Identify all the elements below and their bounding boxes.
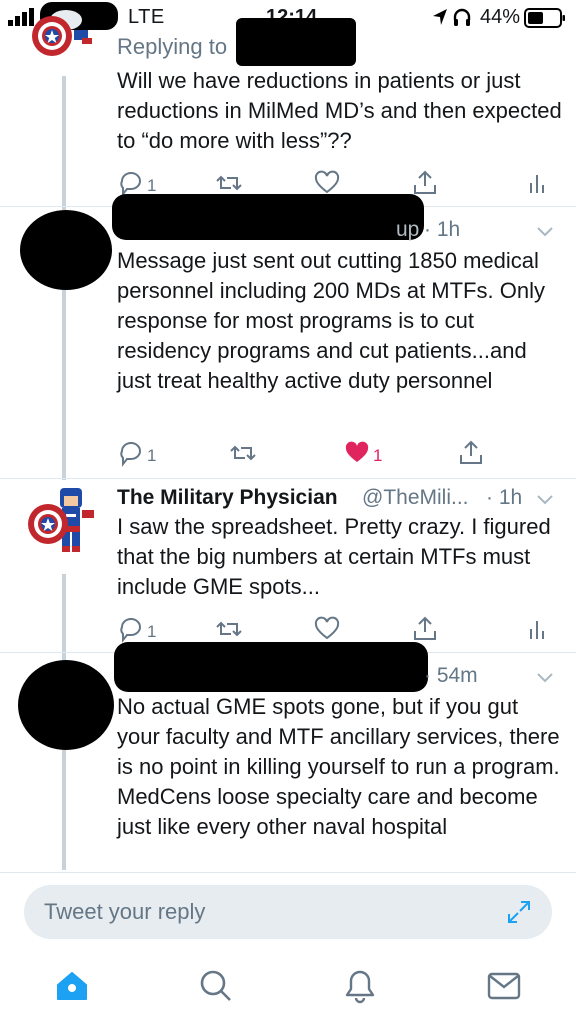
tweet-time: · 1h — [424, 218, 461, 241]
avatar-redacted[interactable] — [18, 660, 114, 750]
like-button[interactable]: 1 — [343, 438, 382, 468]
like-icon — [314, 170, 340, 194]
analytics-icon — [530, 621, 544, 639]
reply-count: 1 — [147, 446, 157, 465]
search-icon — [200, 970, 231, 1001]
share-button[interactable] — [457, 438, 485, 468]
redacted-username — [236, 18, 356, 66]
share-icon — [414, 170, 436, 194]
share-icon — [414, 616, 436, 640]
thread-line — [62, 740, 66, 870]
reply-icon — [120, 442, 142, 467]
retweet-button[interactable] — [229, 438, 257, 468]
reply-button[interactable]: 1 — [117, 614, 156, 644]
redacted-handle-fragment: up — [396, 218, 420, 241]
chevron-down-icon[interactable] — [536, 672, 554, 684]
tab-bar — [0, 952, 576, 1024]
home-icon — [57, 972, 87, 1000]
tweet-time: · 54m — [424, 664, 478, 687]
tweet-actions: 1 — [117, 614, 557, 644]
thread-line — [62, 76, 66, 214]
reply-button[interactable]: 1 — [117, 438, 156, 468]
tweet-text: Will we have reductions in patients or j… — [117, 68, 562, 153]
tab-messages[interactable] — [484, 966, 524, 1006]
battery-icon — [524, 8, 565, 28]
share-icon — [460, 440, 482, 464]
tweet-actions: 1 1 — [117, 438, 557, 468]
like-icon-filled — [345, 441, 369, 462]
tab-notifications[interactable] — [340, 966, 380, 1006]
retweet-button[interactable] — [215, 614, 243, 644]
redacted-author-name — [114, 642, 428, 692]
share-button[interactable] — [411, 614, 439, 644]
retweet-icon — [230, 445, 256, 461]
chevron-down-icon[interactable] — [536, 494, 554, 506]
share-button[interactable] — [411, 168, 439, 198]
location-icon — [433, 9, 447, 25]
tweet-text: I saw the spreadsheet. Pretty crazy. I f… — [117, 514, 551, 599]
analytics-icon — [530, 175, 544, 193]
reply-count: 1 — [147, 176, 157, 195]
messages-icon — [487, 972, 521, 1000]
avatar-redacted[interactable] — [20, 210, 112, 290]
tweet-text: Message just sent out cutting 1850 medic… — [117, 248, 545, 393]
like-button[interactable] — [313, 614, 341, 644]
reply-box[interactable] — [24, 885, 552, 939]
notifications-icon — [345, 970, 375, 1004]
like-count: 1 — [373, 446, 383, 465]
replying-to-label: Replying to — [117, 34, 228, 59]
like-icon — [314, 616, 340, 640]
tweet-text: No actual GME spots gone, but if you gut… — [117, 694, 560, 839]
author-handle[interactable]: @TheMili... — [362, 486, 469, 510]
reply-icon — [120, 618, 142, 643]
tweet-time: · 1h — [486, 486, 523, 509]
headphones-icon — [453, 8, 471, 26]
retweet-icon — [216, 175, 242, 191]
reply-icon — [120, 172, 142, 197]
analytics-button[interactable] — [523, 614, 551, 644]
chevron-down-icon[interactable] — [536, 226, 554, 238]
reply-count: 1 — [147, 622, 157, 641]
tab-home[interactable] — [52, 966, 92, 1006]
redacted-author-name — [112, 194, 424, 240]
thread-line — [62, 290, 66, 480]
network-type: LTE — [128, 6, 165, 28]
analytics-button[interactable] — [523, 168, 551, 198]
reply-composer — [0, 872, 576, 952]
author-name[interactable]: The Military Physician — [117, 486, 338, 510]
retweet-icon — [216, 621, 242, 637]
tweet-divider — [0, 478, 576, 479]
tab-search[interactable] — [196, 966, 236, 1006]
avatar[interactable] — [26, 486, 96, 556]
battery-percent: 44% — [480, 6, 521, 28]
avatar[interactable] — [26, 10, 96, 80]
reply-input[interactable] — [44, 885, 484, 939]
expand-icon[interactable] — [506, 899, 532, 925]
